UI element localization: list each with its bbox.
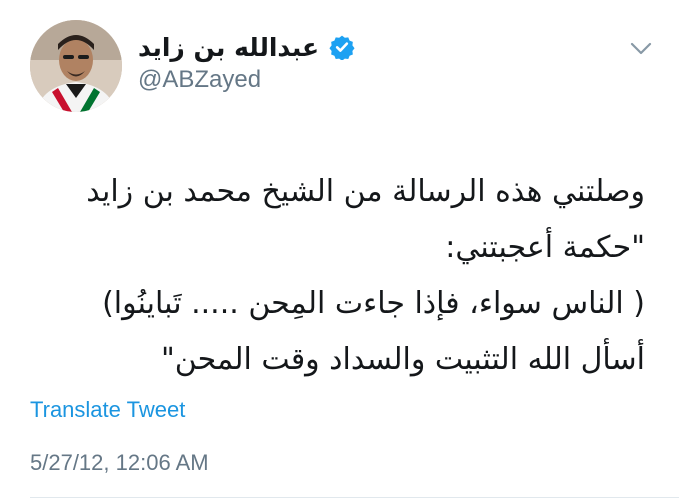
verified-badge-icon	[329, 35, 355, 60]
profile-photo	[30, 20, 122, 112]
tweet-card: عبدالله بن زايد @ABZayed وصلتني هذه الرس…	[0, 0, 679, 500]
tweet-text-line: وصلتني هذه الرسالة من الشيخ محمد بن زايد	[86, 174, 645, 209]
tweet-text-line: أسأل الله التثبيت والسداد وقت المحن"	[161, 342, 645, 377]
author-handle[interactable]: @ABZayed	[138, 66, 355, 94]
author-name-row: عبدالله بن زايد	[138, 30, 355, 64]
divider	[30, 497, 679, 498]
tweet-text-line: "حكمة أعجبتني:	[445, 230, 645, 265]
tweet-text-line: ( الناس سواء، فإذا جاءت المِحن ..... تَب…	[102, 286, 645, 321]
author-display-name[interactable]: عبدالله بن زايد	[138, 33, 319, 62]
tweet-timestamp[interactable]: 5/27/12, 12:06 AM	[30, 450, 209, 476]
chevron-down-icon[interactable]	[630, 42, 652, 56]
avatar[interactable]	[30, 20, 122, 112]
tweet-author[interactable]: عبدالله بن زايد @ABZayed	[138, 30, 355, 94]
tweet-text: وصلتني هذه الرسالة من الشيخ محمد بن زايد…	[25, 164, 645, 388]
translate-tweet-link[interactable]: Translate Tweet	[30, 397, 185, 423]
